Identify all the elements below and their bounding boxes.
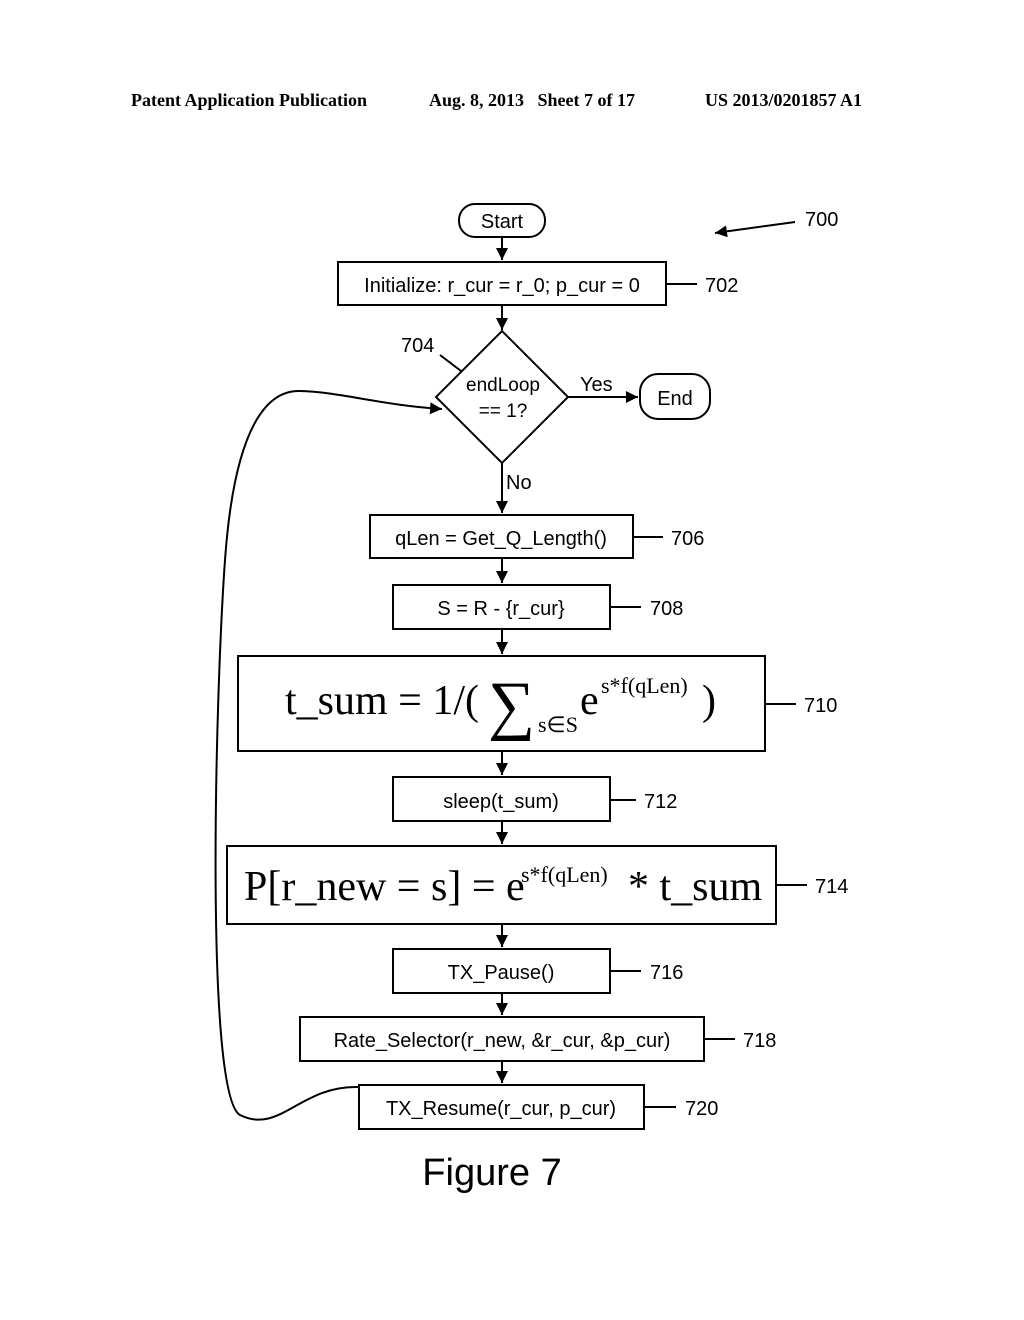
figure-ref-arrow bbox=[714, 221, 796, 238]
step-716-label: TX_Pause() bbox=[448, 962, 555, 984]
end-terminal: End bbox=[639, 373, 711, 420]
formula-710-close: ) bbox=[702, 678, 716, 724]
step-708-label: S = R - {r_cur} bbox=[437, 598, 565, 620]
step-712-label: sleep(t_sum) bbox=[443, 791, 559, 813]
step-706-label: qLen = Get_Q_Length() bbox=[395, 528, 607, 550]
step-704-ref: 704 bbox=[401, 335, 434, 357]
step-718-rate-selector: Rate_Selector(r_new, &r_cur, &p_cur) 718 bbox=[299, 1016, 776, 1062]
figure-caption: Figure 7 bbox=[422, 1152, 562, 1194]
step-704-leader bbox=[439, 354, 462, 372]
decision-yes-label: Yes bbox=[580, 374, 613, 396]
step-704-decision: endLoop == 1? 704 Yes No bbox=[401, 329, 613, 494]
step-720-label: TX_Resume(r_cur, p_cur) bbox=[386, 1098, 616, 1120]
step-720-ref: 720 bbox=[685, 1098, 718, 1120]
step-712-ref: 712 bbox=[644, 791, 677, 813]
formula-714-lhs: P[r_new = s] = e bbox=[244, 864, 525, 910]
step-712-sleep: sleep(t_sum) 712 bbox=[392, 776, 677, 822]
figure-ref-label: 700 bbox=[805, 209, 838, 231]
step-710-t-sum-formula: t_sum = 1/( ∑ s∈S e s*f(qLen) ) 710 bbox=[237, 655, 837, 752]
start-terminal: Start bbox=[458, 203, 546, 238]
decision-no-label: No bbox=[506, 472, 532, 494]
formula-714-rhs: * t_sum bbox=[628, 864, 763, 910]
start-label: Start bbox=[481, 211, 524, 233]
formula-710-exponent: s*f(qLen) bbox=[601, 673, 688, 698]
formula-710-base: e bbox=[580, 678, 599, 724]
step-708-ref: 708 bbox=[650, 598, 683, 620]
step-706-get-queue-length: qLen = Get_Q_Length() 706 bbox=[369, 514, 704, 559]
formula-710-sigma: ∑ bbox=[488, 669, 535, 742]
step-702-ref: 702 bbox=[705, 275, 738, 297]
step-718-label: Rate_Selector(r_new, &r_cur, &p_cur) bbox=[334, 1030, 671, 1052]
decision-line1: endLoop bbox=[466, 375, 540, 396]
loop-back-connector bbox=[214, 389, 443, 1121]
step-706-ref: 706 bbox=[671, 528, 704, 550]
step-714-ref: 714 bbox=[815, 876, 848, 898]
step-702-initialize: Initialize: r_cur = r_0; p_cur = 0 702 bbox=[337, 261, 738, 306]
flowchart: 700 Start Initialize: r_cur = r_0; p_cur… bbox=[214, 203, 848, 1130]
step-702-label: Initialize: r_cur = r_0; p_cur = 0 bbox=[364, 275, 640, 297]
formula-710-lhs: t_sum = 1/( bbox=[285, 678, 479, 724]
step-710-ref: 710 bbox=[804, 695, 837, 717]
step-716-ref: 716 bbox=[650, 962, 683, 984]
step-716-tx-pause: TX_Pause() 716 bbox=[392, 948, 683, 994]
step-714-probability-formula: P[r_new = s] = e s*f(qLen) * t_sum 714 bbox=[226, 845, 848, 925]
end-label: End bbox=[657, 388, 693, 410]
formula-714-exponent: s*f(qLen) bbox=[521, 862, 608, 887]
step-720-tx-resume: TX_Resume(r_cur, p_cur) 720 bbox=[358, 1084, 718, 1130]
decision-line2: == 1? bbox=[479, 401, 528, 422]
step-708-set-difference: S = R - {r_cur} 708 bbox=[392, 584, 683, 630]
formula-710-subscript: s∈S bbox=[538, 712, 578, 737]
step-718-ref: 718 bbox=[743, 1030, 776, 1052]
